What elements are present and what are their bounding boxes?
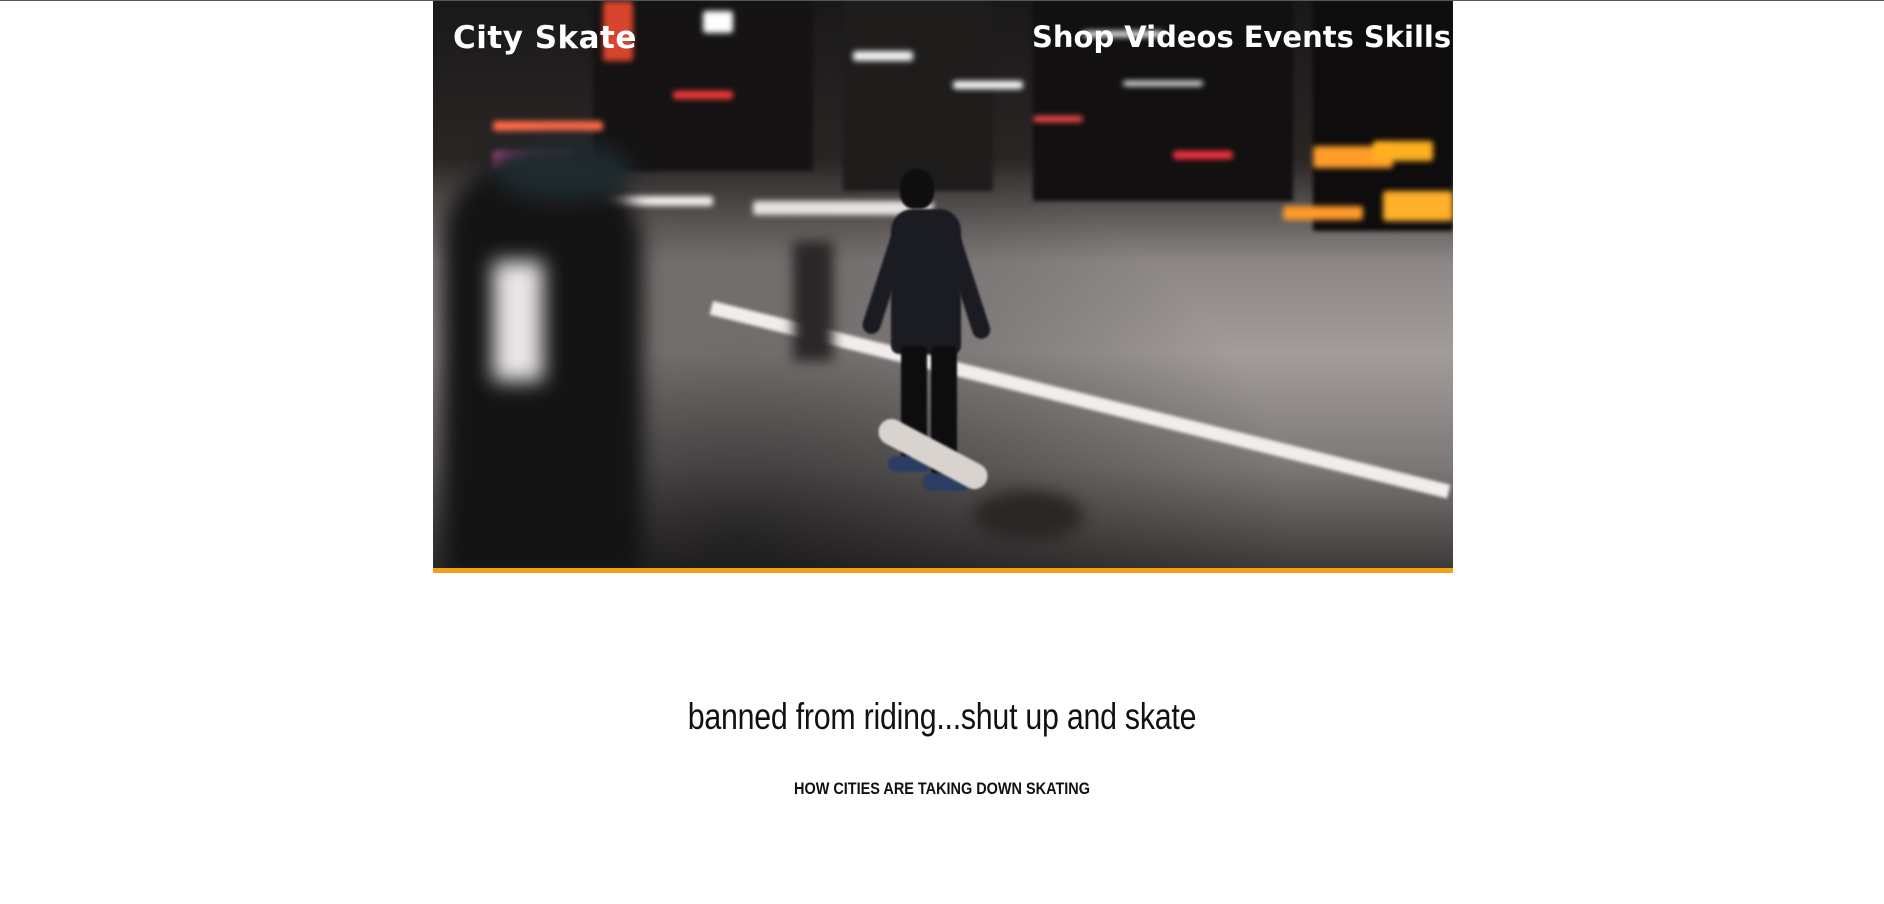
nav-events[interactable]: Events bbox=[1244, 20, 1354, 54]
article-subheading: HOW CITIES ARE TAKING DOWN SKATING bbox=[794, 779, 1090, 798]
main-nav: Shop Videos Events Skills bbox=[1032, 20, 1451, 54]
site-logo[interactable]: City Skate bbox=[453, 20, 637, 56]
hero-photo bbox=[433, 1, 1453, 568]
article-headline: banned from riding...shut up and skate bbox=[687, 696, 1197, 737]
nav-shop[interactable]: Shop bbox=[1032, 20, 1114, 54]
nav-videos[interactable]: Videos bbox=[1124, 20, 1234, 54]
hero-accent-border bbox=[433, 568, 1453, 573]
nav-skills[interactable]: Skills bbox=[1364, 20, 1451, 54]
